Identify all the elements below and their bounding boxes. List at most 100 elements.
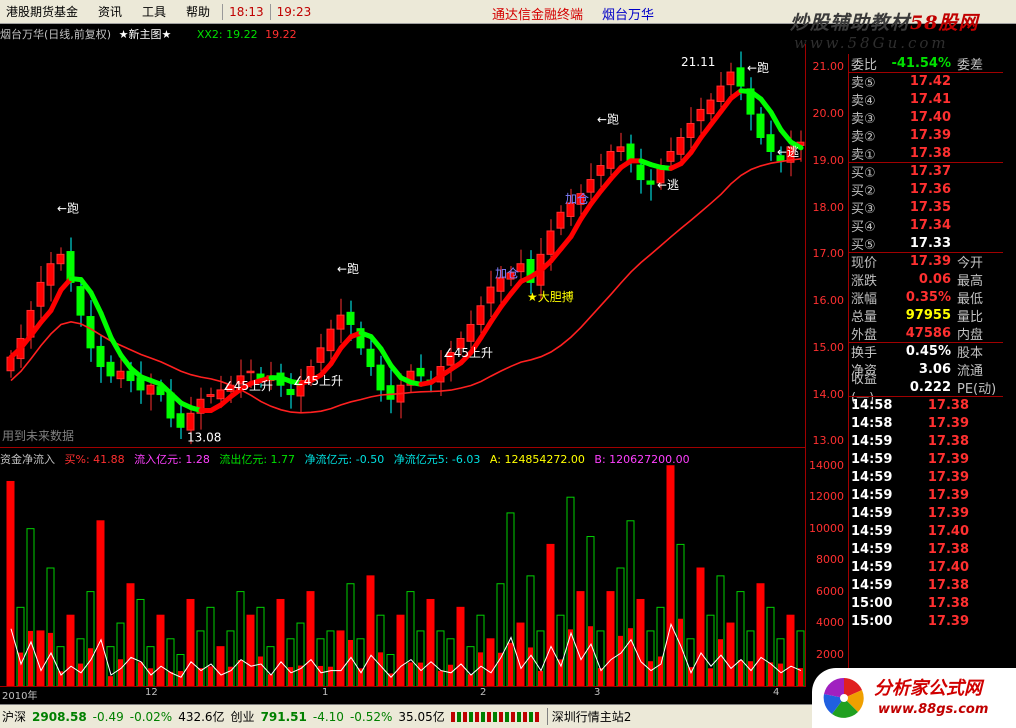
trend-line-segment: [378, 346, 394, 369]
flow-bar-inner: [768, 662, 773, 686]
tick-price: 17.38: [927, 577, 969, 593]
flow-bar-inner: [348, 639, 353, 686]
tick-time: 14:58: [851, 397, 893, 413]
signal-run-label: ←跑: [337, 262, 359, 276]
flow-bar-inner: [638, 662, 643, 686]
tick-price: 17.39: [927, 613, 969, 629]
tick-row: 14:59 17.39: [849, 468, 1003, 486]
candle-body: [476, 305, 485, 325]
signal-run-label: ←跑: [57, 201, 79, 215]
tick-price: 17.38: [927, 541, 969, 557]
quote-buy-4: 买④ 17.34: [849, 216, 1003, 235]
menu-tools[interactable]: 工具: [132, 3, 176, 20]
quote-stat2-2-right: PE(动): [957, 381, 997, 397]
price-tick-label: 14.00: [812, 387, 845, 401]
signal-rise45-label: ∠45上升: [293, 374, 343, 388]
tick-time: 14:59: [851, 559, 893, 575]
quote-buy-2: 买② 17.36: [849, 180, 1003, 199]
watermark-title-b: 58股网: [910, 12, 979, 34]
tick-price: 17.39: [927, 415, 969, 431]
watermark-title: 炒股辅助教材58股网: [790, 8, 978, 35]
candle-body: [756, 113, 765, 138]
candle-body: [706, 99, 715, 115]
quote-stat-4: 外盘 47586 内盘: [849, 324, 1003, 343]
candlestick-chart[interactable]: 21.1113.08←跑←跑←跑←跑∠45上升 ∠45上升∠45上升加仓加仓★大胆…: [0, 44, 806, 446]
flow-bar-inner: [478, 652, 483, 686]
money-flow-chart[interactable]: [0, 450, 806, 686]
flow-bar-inner: [238, 660, 243, 686]
signal-escape-label: ←逃: [657, 178, 679, 192]
flow-bar-inner: [738, 660, 743, 686]
tick-price: 17.40: [927, 559, 969, 575]
flow-bar-inner: [178, 671, 183, 686]
trend-line-segment: [488, 304, 504, 325]
index-name[interactable]: 沪深: [2, 708, 26, 725]
quote-stat-0-label: 现价: [851, 255, 878, 271]
price-tick-label: 21.00: [812, 60, 845, 74]
date-tick-label: 3: [594, 687, 601, 698]
candle-body: [716, 85, 725, 102]
index2-pct: -0.52%: [349, 709, 393, 724]
server-name[interactable]: 深圳行情主站2: [546, 708, 631, 725]
quote-stat-3-value: 97955: [905, 307, 951, 323]
flow-bar-inner: [428, 655, 433, 686]
quote-buy-4-value: 17.34: [909, 217, 951, 233]
candle-body: [76, 286, 85, 316]
candle-body: [336, 314, 345, 330]
mini-bars-icon: [450, 711, 541, 722]
quote-buy-4-label: 买④: [851, 219, 876, 235]
tick-time: 14:59: [851, 451, 893, 467]
quote-sell-1: 卖① 17.38: [849, 144, 1003, 163]
pinwheel-logo-icon: [823, 677, 864, 718]
stock-name-tag[interactable]: 烟台万华: [602, 4, 654, 23]
candle-body: [636, 164, 645, 181]
flow-bar-inner: [338, 670, 343, 686]
quote-stat2-0: 换手 0.45% 股本: [849, 342, 1003, 361]
quote-stat2-1-right: 流通: [957, 363, 984, 379]
volume-tick-label: 6000: [816, 584, 844, 598]
quote-buy-1-label: 买①: [851, 165, 876, 181]
flow-bar-inner: [648, 661, 653, 686]
logo-url: www.88gs.com: [878, 702, 989, 717]
trend-line-segment: [688, 134, 704, 155]
candle-body: [86, 316, 95, 349]
menu-hk-futures[interactable]: 港股期货基金: [0, 3, 88, 20]
candle-body: [586, 179, 595, 193]
candle-body: [416, 367, 425, 377]
menu-news[interactable]: 资讯: [88, 3, 132, 20]
terminal-banner[interactable]: 通达信金融终端: [492, 4, 583, 23]
quote-buy-5-value: 17.33: [909, 235, 951, 251]
tick-time: 14:59: [851, 541, 893, 557]
chart-title[interactable]: 烟台万华(日线,前复权): [0, 28, 111, 41]
xx-value: 19.22: [265, 28, 297, 41]
menu-help[interactable]: 帮助: [176, 3, 220, 20]
flow-bar-inner: [518, 659, 523, 686]
signal-escape-label: ←逃: [777, 145, 799, 159]
quote-sell-5-label: 卖⑤: [851, 75, 876, 91]
candle-body: [106, 361, 115, 377]
quote-sell-4-label: 卖④: [851, 93, 876, 109]
flow-bar-inner: [248, 654, 253, 686]
flow-bar-inner: [138, 662, 143, 686]
date-tick-label: 1: [322, 687, 329, 698]
indicator-name[interactable]: ★新主图★: [119, 28, 172, 41]
candle-body: [386, 385, 395, 400]
tick-price: 17.38: [927, 397, 969, 413]
tick-row: 14:58 17.39: [849, 414, 1003, 432]
price-tick-label: 13.00: [812, 434, 845, 448]
index2-name[interactable]: 创业: [231, 708, 255, 725]
quote-stat-2-right: 最低: [957, 291, 984, 307]
candle-body: [676, 136, 685, 155]
xx2-label: XX2: 19.22: [196, 28, 258, 41]
candle-body: [646, 180, 655, 185]
logo-badge: 分析家公式网 www.88gs.com: [812, 668, 1016, 728]
quote-weibi: 委比 -41.54% 委差: [849, 54, 1003, 73]
candle-body: [116, 370, 125, 380]
candle-body: [696, 108, 705, 122]
quote-weibi-value: -41.54%: [891, 55, 951, 71]
candle-body: [736, 67, 745, 87]
quote-stat-1-label: 涨跌: [851, 273, 878, 289]
flow-bar-inner: [368, 652, 373, 686]
index2-amount: 35.05亿: [398, 710, 445, 724]
quote-stat-4-right: 内盘: [957, 327, 984, 343]
